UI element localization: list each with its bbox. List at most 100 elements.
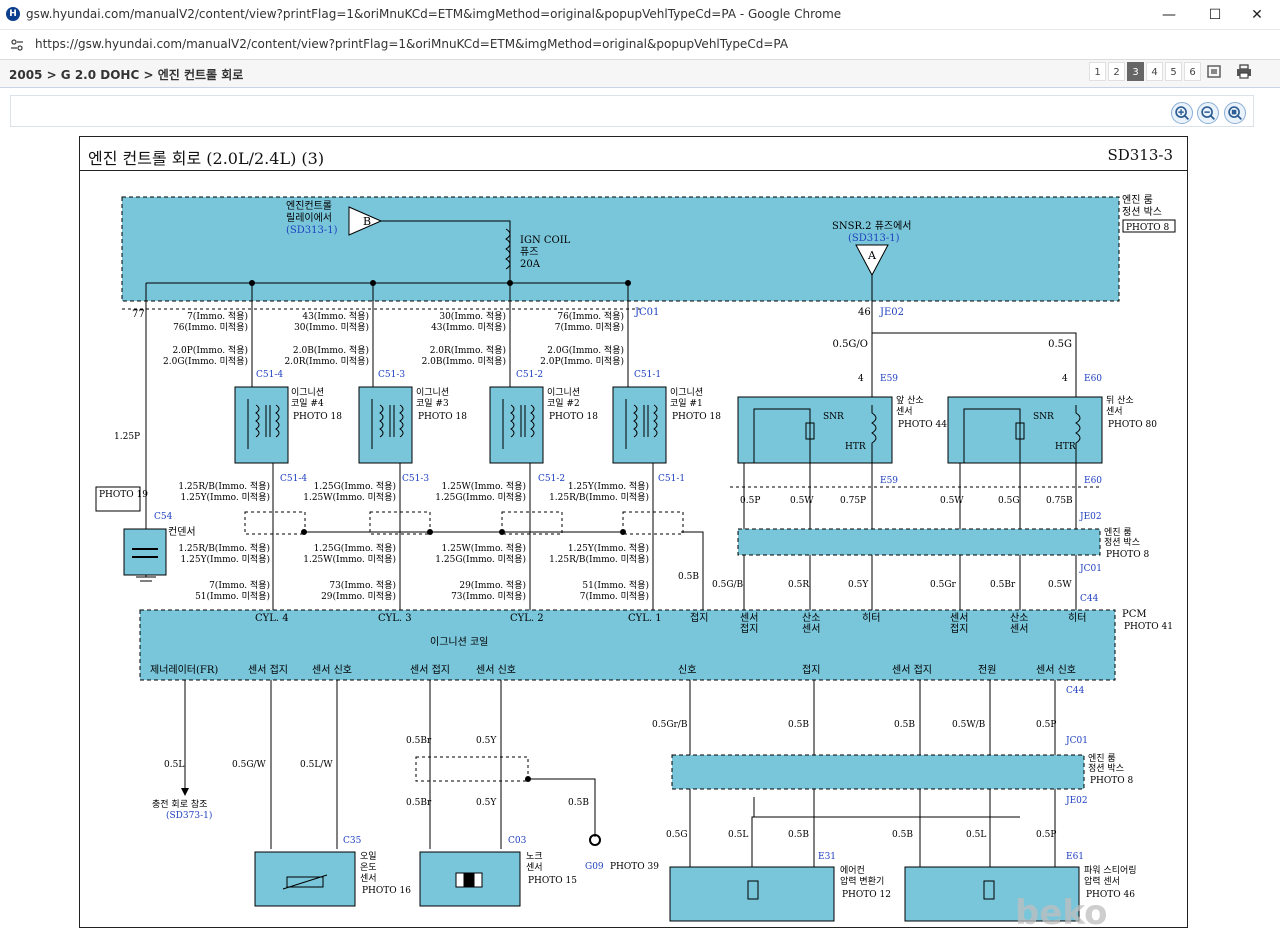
svg-text:앞 산소: 앞 산소 [896,394,924,406]
svg-text:C51-3: C51-3 [378,370,405,380]
ign-fuse-label1: IGN COIL [520,235,571,246]
svg-text:PHOTO 16: PHOTO 16 [362,886,411,896]
wiring-schematic: B 엔진컨트롤 릴레이에서 (SD313-1) IGN COIL 퓨즈 20A … [95,194,1176,922]
svg-text:76(Immo. 미적용): 76(Immo. 미적용) [173,321,248,333]
svg-text:1.25Y(Immo. 적용): 1.25Y(Immo. 적용) [568,542,649,554]
svg-text:엔진 룸: 엔진 룸 [1104,527,1132,538]
svg-text:센서: 센서 [896,406,913,417]
svg-text:0.5G/B: 0.5G/B [712,580,744,590]
site-settings-icon[interactable] [10,38,24,52]
engine-room-junction-box-2 [737,528,1101,556]
svg-text:C51-4: C51-4 [256,370,283,380]
print-icon[interactable] [1234,62,1254,81]
svg-text:0.5P: 0.5P [740,496,760,506]
svg-text:30(Immo. 미적용): 30(Immo. 미적용) [294,321,369,333]
svg-text:1.25G(Immo. 적용): 1.25G(Immo. 적용) [314,542,396,554]
svg-text:0.5W: 0.5W [1048,580,1072,590]
svg-text:0.5Y: 0.5Y [476,736,497,746]
svg-text:0.5B: 0.5B [894,720,915,730]
fit-page-icon[interactable] [1204,62,1224,81]
svg-text:7(Immo. 미적용): 7(Immo. 미적용) [555,321,624,333]
svg-text:압력 센서: 압력 센서 [1084,875,1120,887]
svg-text:CYL. 2: CYL. 2 [510,613,544,624]
watermark: beko [1015,893,1108,933]
svg-text:코일 #4: 코일 #4 [291,398,324,409]
zoom-reset-icon[interactable] [1224,102,1246,124]
zoom-in-icon[interactable] [1171,102,1193,124]
maximize-button[interactable]: ☐ [1192,0,1238,30]
engine-room-junction-box-3 [671,754,1085,790]
svg-text:제너레이터(FR): 제너레이터(FR) [150,664,218,676]
close-button[interactable]: ✕ [1234,0,1280,30]
page-5-button[interactable]: 5 [1165,62,1182,81]
condenser [123,528,167,576]
svg-text:1.25Y(Immo. 미적용): 1.25Y(Immo. 미적용) [181,553,270,565]
svg-text:SNR: SNR [1033,412,1054,422]
svg-text:1.25G(Immo. 미적용): 1.25G(Immo. 미적용) [435,491,526,503]
minimize-button[interactable]: — [1146,0,1192,30]
svg-text:2.0R(Immo. 미적용): 2.0R(Immo. 미적용) [284,355,369,367]
svg-text:7(Immo. 적용): 7(Immo. 적용) [209,579,270,591]
svg-text:C54: C54 [154,512,173,522]
svg-text:C51-1: C51-1 [634,370,661,380]
svg-text:7(Immo. 적용): 7(Immo. 적용) [187,310,248,322]
svg-text:센서: 센서 [1010,623,1028,635]
je02-label: JE02 [879,307,904,318]
svg-text:0.5B: 0.5B [788,720,809,730]
breadcrumb: 2005 > G 2.0 DOHC > 엔진 컨트롤 회로 [9,68,244,82]
page-4-button[interactable]: 4 [1146,62,1163,81]
page-2-button[interactable]: 2 [1108,62,1125,81]
svg-text:접지: 접지 [740,623,758,635]
page-3-button[interactable]: 3 [1127,62,1144,81]
svg-text:SNR: SNR [823,412,844,422]
svg-text:76(Immo. 적용): 76(Immo. 적용) [557,310,624,322]
svg-text:이그니션: 이그니션 [670,387,703,398]
ign-fuse-label2: 퓨즈 [520,247,538,258]
svg-text:1.25W(Immo. 미적용): 1.25W(Immo. 미적용) [303,491,396,503]
svg-text:PCM: PCM [1122,609,1147,620]
svg-text:충전 회로 참조: 충전 회로 참조 [152,799,207,810]
hyundai-favicon-icon: H [6,7,20,21]
url-text[interactable]: https://gsw.hyundai.com/manualV2/content… [35,37,788,51]
svg-text:1.25G(Immo. 적용): 1.25G(Immo. 적용) [314,480,396,492]
svg-text:C44: C44 [1080,594,1099,604]
svg-text:파워 스티어링: 파워 스티어링 [1084,864,1137,876]
svg-text:센서: 센서 [526,862,543,873]
svg-text:2.0G(Immo. 적용): 2.0G(Immo. 적용) [547,344,624,356]
svg-text:노크: 노크 [526,851,543,862]
svg-text:PHOTO 8: PHOTO 8 [1090,776,1134,786]
svg-text:PHOTO 18: PHOTO 18 [293,412,342,422]
svg-text:C51-1: C51-1 [658,474,685,484]
svg-text:0.5G: 0.5G [666,830,688,840]
svg-text:JE02: JE02 [1079,512,1102,522]
conn-b-label: B [363,215,371,228]
svg-text:센서 신호: 센서 신호 [476,664,516,676]
ecr-from-label: 엔진컨트롤 [286,200,332,212]
svg-text:CYL. 3: CYL. 3 [378,613,412,624]
page-header-bar: 2005 > G 2.0 DOHC > 엔진 컨트롤 회로 [0,60,1280,88]
ign-fuse-label3: 20A [520,259,541,270]
page-pager: 1 2 3 4 5 6 [1089,62,1201,81]
conn-a-label: A [867,249,877,262]
svg-text:C51-2: C51-2 [538,474,565,484]
svg-text:산소: 산소 [1010,612,1028,624]
page-6-button[interactable]: 6 [1184,62,1201,81]
svg-text:1.25R/B(Immo. 적용): 1.25R/B(Immo. 적용) [178,542,270,554]
page-1-button[interactable]: 1 [1089,62,1106,81]
svg-text:1.25G(Immo. 미적용): 1.25G(Immo. 미적용) [435,553,526,565]
svg-text:PHOTO 19: PHOTO 19 [99,490,148,500]
svg-text:PHOTO 44: PHOTO 44 [898,420,947,430]
svg-text:2.0P(Immo. 미적용): 2.0P(Immo. 미적용) [540,355,624,367]
svg-text:코일 #3: 코일 #3 [416,398,449,409]
svg-text:1.25R/B(Immo. 미적용): 1.25R/B(Immo. 미적용) [549,553,649,565]
svg-text:이그니션: 이그니션 [416,387,449,398]
svg-text:엔진 룸: 엔진 룸 [1088,753,1116,764]
svg-text:센서 접지: 센서 접지 [410,664,450,676]
zoom-out-icon[interactable] [1197,102,1219,124]
svg-text:2.0B(Immo. 적용): 2.0B(Immo. 적용) [293,344,369,356]
svg-text:오일: 오일 [360,851,377,862]
svg-text:에어컨: 에어컨 [840,865,865,876]
svg-text:1.25R/B(Immo. 적용): 1.25R/B(Immo. 적용) [178,480,270,492]
svg-text:0.5P: 0.5P [1036,720,1056,730]
svg-text:0.5P: 0.5P [1036,830,1056,840]
